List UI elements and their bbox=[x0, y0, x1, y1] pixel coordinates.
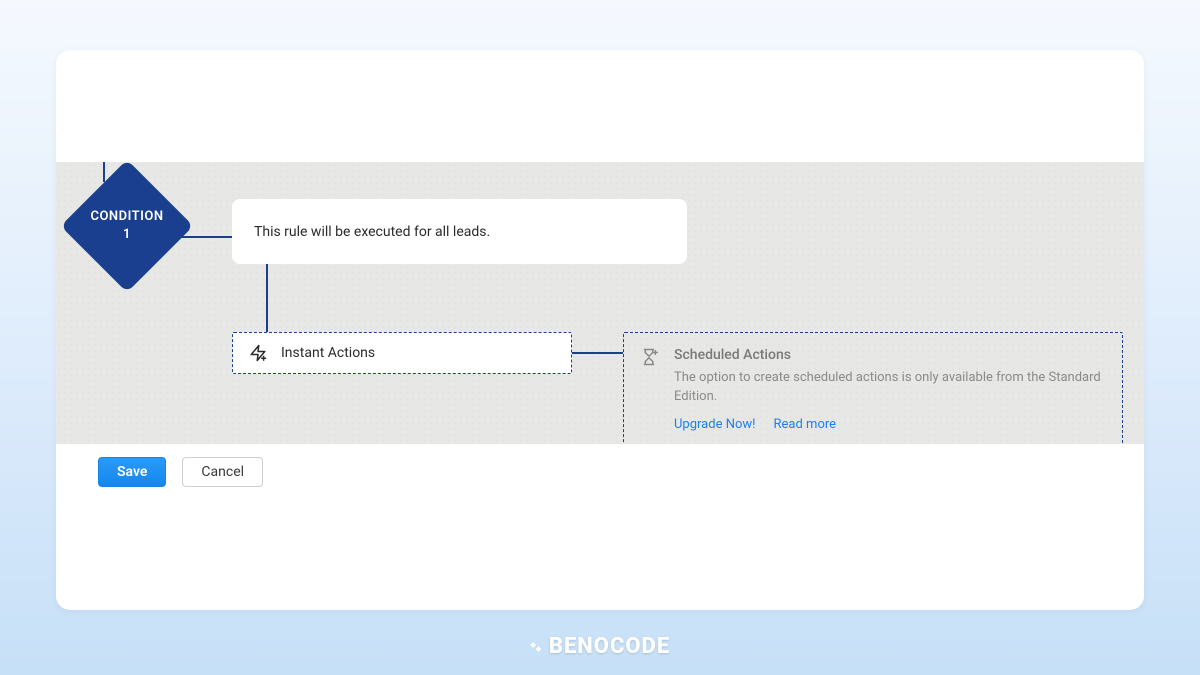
rule-description-box[interactable]: This rule will be executed for all leads… bbox=[232, 199, 687, 264]
read-more-link[interactable]: Read more bbox=[774, 417, 837, 432]
brand-logo: BENOCODE bbox=[530, 634, 670, 659]
instant-actions-box[interactable]: Instant Actions bbox=[232, 332, 572, 374]
instant-actions-label: Instant Actions bbox=[281, 345, 375, 361]
connector-line bbox=[173, 236, 233, 238]
brand-text: BENOCODE bbox=[549, 634, 670, 659]
condition-label: CONDITION bbox=[90, 209, 163, 224]
brand-glyph-icon bbox=[530, 639, 546, 655]
connector-line bbox=[103, 162, 105, 182]
connector-line bbox=[572, 352, 623, 354]
cancel-button[interactable]: Cancel bbox=[182, 457, 263, 487]
workflow-canvas: CONDITION 1 This rule will be executed f… bbox=[56, 162, 1144, 460]
condition-node[interactable]: CONDITION 1 bbox=[61, 160, 194, 293]
condition-node-label: CONDITION 1 bbox=[90, 208, 163, 243]
scheduled-actions-box: Scheduled Actions The option to create s… bbox=[623, 332, 1123, 447]
hourglass-icon bbox=[640, 347, 660, 432]
condition-number: 1 bbox=[123, 227, 131, 242]
save-button[interactable]: Save bbox=[98, 457, 166, 487]
upgrade-now-link[interactable]: Upgrade Now! bbox=[674, 417, 756, 432]
workflow-editor-card: CONDITION 1 This rule will be executed f… bbox=[56, 50, 1144, 610]
scheduled-actions-description: The option to create scheduled actions i… bbox=[674, 369, 1104, 407]
connector-line bbox=[266, 264, 268, 332]
scheduled-actions-title: Scheduled Actions bbox=[674, 347, 1104, 363]
rule-description-text: This rule will be executed for all leads… bbox=[254, 224, 490, 240]
footer-bar: Save Cancel bbox=[56, 444, 1144, 500]
lightning-icon bbox=[249, 344, 267, 362]
